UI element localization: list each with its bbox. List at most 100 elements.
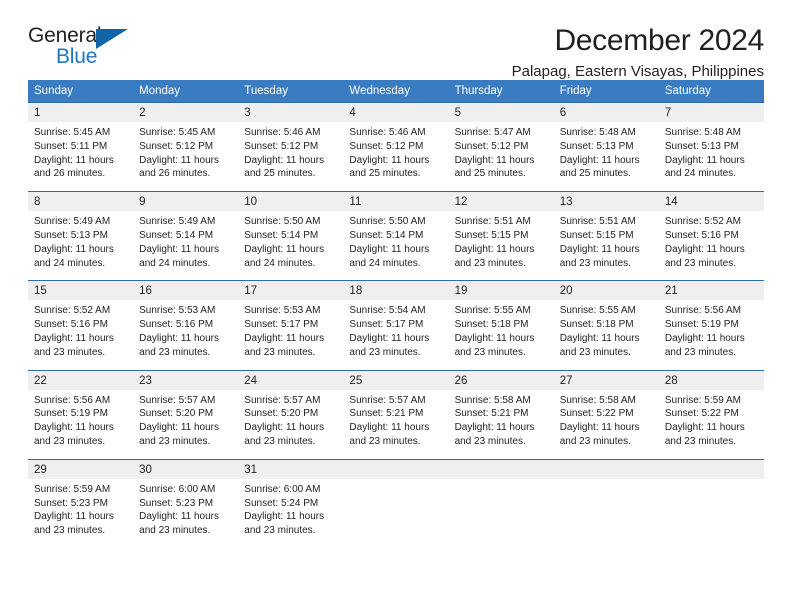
day-details: Sunrise: 5:52 AM Sunset: 5:16 PM Daylight:…: [659, 211, 764, 280]
day-details: Sunrise: 5:45 AM Sunset: 5:12 PM Daylight:…: [133, 122, 238, 191]
day-number: [658, 459, 764, 479]
sunrise-text: Sunrise: 5:46 AM: [349, 127, 426, 138]
calendar-day-cell[interactable]: 7 Sunrise: 5:48 AM Sunset: 5:13 PM Daylight…: [658, 101, 764, 192]
sunset-text: Sunset: 5:23 PM: [139, 497, 214, 509]
calendar-day-cell[interactable]: 9 Sunrise: 5:49 AM Sunset: 5:14 PM Daylight…: [133, 191, 239, 281]
sunset-text: Sunset: 5:19 PM: [34, 408, 108, 420]
sunrise-text: Sunrise: 5:53 AM: [244, 305, 321, 317]
daylight-text: Daylight: 11 hours and 24 minutes.: [139, 243, 219, 269]
calendar-day-cell[interactable]: 30 Sunrise: 6:00 AM Sunset: 5:23 PM Dayligh…: [133, 458, 239, 548]
calendar-day-cell[interactable]: 4 Sunrise: 5:46 AM Sunset: 5:12 PM Daylight…: [343, 101, 449, 192]
calendar-day-cell[interactable]: 19 Sunrise: 5:55 AM Sunset: 5:18 PM Dayligh…: [448, 280, 554, 371]
calendar-day-cell[interactable]: 24 Sunrise: 5:57 AM Sunset: 5:20 PM Dayligh…: [238, 369, 344, 460]
sunset-text: Sunset: 5:23 PM: [34, 497, 108, 509]
daylight-text: Daylight: 11 hours and 23 minutes.: [244, 422, 325, 447]
daylight-text: Daylight: 11 hours and 23 minutes.: [349, 422, 430, 447]
calendar-day-cell[interactable]: 26 Sunrise: 5:58 AM Sunset: 5:21 PM Dayligh…: [448, 369, 554, 460]
day-number: 31: [238, 459, 344, 479]
sunset-text: Sunset: 5:20 PM: [244, 408, 319, 420]
day-number: 28: [658, 370, 764, 390]
day-details: Sunrise: 5:59 AM Sunset: 5:22 PM Daylight:…: [659, 390, 764, 459]
day-details: Sunrise: 5:57 AM Sunset: 5:21 PM Daylight:…: [343, 390, 448, 459]
calendar-day-cell[interactable]: 14 Sunrise: 5:52 AM Sunset: 5:16 PM Dayligh…: [658, 191, 764, 281]
page-masthead: General Blue December 2024 Palapag, East…: [28, 0, 764, 80]
calendar-day-cell[interactable]: 1 Sunrise: 5:45 AM Sunset: 5:11 PM Daylight…: [28, 101, 134, 192]
sunset-text: Sunset: 5:11 PM: [34, 140, 108, 152]
day-number: 23: [133, 370, 239, 390]
sunrise-text: Sunrise: 5:45 AM: [139, 127, 216, 138]
day-number: 1: [28, 103, 134, 122]
daylight-text: Daylight: 11 hours and 23 minutes.: [244, 332, 325, 358]
calendar-day-cell[interactable]: 28 Sunrise: 5:59 AM Sunset: 5:22 PM Dayligh…: [658, 369, 764, 460]
daylight-text: Daylight: 11 hours and 24 minutes.: [244, 243, 325, 269]
day-number: 6: [553, 103, 659, 122]
weekday-header-monday: Monday: [133, 80, 239, 103]
calendar-day-cell[interactable]: 27 Sunrise: 5:58 AM Sunset: 5:22 PM Dayligh…: [553, 369, 659, 460]
day-number: 11: [343, 192, 449, 212]
day-details: Sunrise: 5:58 AM Sunset: 5:22 PM Daylight:…: [554, 390, 659, 459]
calendar-week-row: 29 Sunrise: 5:59 AM Sunset: 5:23 PM Dayligh…: [28, 458, 764, 548]
day-number: 20: [553, 281, 659, 301]
sunrise-text: Sunrise: 6:00 AM: [139, 483, 216, 495]
day-number: 19: [448, 281, 554, 301]
calendar-day-cell[interactable]: 18 Sunrise: 5:54 AM Sunset: 5:17 PM Dayligh…: [343, 280, 449, 371]
calendar-day-cell[interactable]: 13 Sunrise: 5:51 AM Sunset: 5:15 PM Dayligh…: [553, 191, 659, 281]
day-details: Sunrise: 5:51 AM Sunset: 5:15 PM Daylight:…: [554, 211, 659, 280]
day-details: Sunrise: 5:50 AM Sunset: 5:14 PM Daylight:…: [343, 211, 448, 280]
day-number: [553, 459, 659, 479]
calendar-day-cell[interactable]: 16 Sunrise: 5:53 AM Sunset: 5:16 PM Dayligh…: [133, 280, 239, 371]
day-number: 25: [343, 370, 449, 390]
sunset-text: Sunset: 5:14 PM: [244, 229, 319, 241]
calendar-day-cell[interactable]: 25 Sunrise: 5:57 AM Sunset: 5:21 PM Dayligh…: [343, 369, 449, 460]
calendar-header-row: Sunday Monday Tuesday Wednesday Thursday…: [28, 80, 764, 103]
calendar-day-cell[interactable]: 2 Sunrise: 5:45 AM Sunset: 5:12 PM Daylight…: [133, 101, 239, 192]
calendar-day-cell[interactable]: 21 Sunrise: 5:56 AM Sunset: 5:19 PM Dayligh…: [658, 280, 764, 371]
calendar-day-cell[interactable]: 6 Sunrise: 5:48 AM Sunset: 5:13 PM Daylight…: [553, 101, 659, 192]
brand-logo: General Blue: [28, 24, 148, 72]
calendar-day-cell[interactable]: 17 Sunrise: 5:53 AM Sunset: 5:17 PM Dayligh…: [238, 280, 344, 371]
calendar-day-cell[interactable]: 12 Sunrise: 5:51 AM Sunset: 5:15 PM Dayligh…: [448, 191, 554, 281]
daylight-text: Daylight: 11 hours and 23 minutes.: [664, 422, 745, 447]
day-details: Sunrise: 5:48 AM Sunset: 5:13 PM Daylight:…: [554, 122, 659, 191]
calendar-day-cell[interactable]: 8 Sunrise: 5:49 AM Sunset: 5:13 PM Daylight…: [28, 191, 134, 281]
sunset-text: Sunset: 5:22 PM: [664, 408, 739, 420]
page-subtitle: Palapag, Eastern Visayas, Philippines: [511, 63, 764, 80]
sunset-text: Sunset: 5:13 PM: [34, 229, 108, 241]
calendar-day-cell-empty: [448, 458, 554, 548]
calendar-day-cell[interactable]: 3 Sunrise: 5:46 AM Sunset: 5:12 PM Daylight…: [238, 101, 344, 192]
calendar-page: General Blue December 2024 Palapag, East…: [0, 0, 792, 612]
calendar-body: 1 Sunrise: 5:45 AM Sunset: 5:11 PM Daylight…: [28, 101, 764, 548]
brand-name-blue: Blue: [56, 45, 98, 68]
calendar-week-row: 15 Sunrise: 5:52 AM Sunset: 5:16 PM Dayligh…: [28, 280, 764, 371]
calendar-day-cell[interactable]: 10 Sunrise: 5:50 AM Sunset: 5:14 PM Dayligh…: [238, 191, 344, 281]
calendar-day-cell[interactable]: 11 Sunrise: 5:50 AM Sunset: 5:14 PM Dayligh…: [343, 191, 449, 281]
calendar-day-cell[interactable]: 22 Sunrise: 5:56 AM Sunset: 5:19 PM Dayligh…: [28, 369, 134, 460]
calendar-day-cell[interactable]: 15 Sunrise: 5:52 AM Sunset: 5:16 PM Dayligh…: [28, 280, 134, 371]
daylight-text: Daylight: 11 hours and 24 minutes.: [349, 243, 430, 269]
day-number: 21: [658, 281, 764, 301]
day-number: 3: [238, 103, 344, 122]
daylight-text: Daylight: 11 hours and 25 minutes.: [559, 154, 640, 180]
sunrise-text: Sunrise: 5:57 AM: [139, 394, 216, 406]
sunset-text: Sunset: 5:16 PM: [664, 229, 739, 241]
sunrise-text: Sunrise: 5:52 AM: [664, 216, 741, 228]
day-number: 5: [448, 103, 554, 122]
calendar-day-cell[interactable]: 29 Sunrise: 5:59 AM Sunset: 5:23 PM Dayligh…: [28, 458, 134, 548]
day-details: Sunrise: 5:54 AM Sunset: 5:17 PM Daylight:…: [343, 300, 448, 369]
daylight-text: Daylight: 11 hours and 23 minutes.: [34, 511, 114, 537]
daylight-text: Daylight: 11 hours and 23 minutes.: [454, 243, 535, 269]
sunset-text: Sunset: 5:12 PM: [349, 140, 424, 152]
calendar-day-cell[interactable]: 31 Sunrise: 6:00 AM Sunset: 5:24 PM Dayligh…: [238, 458, 344, 548]
day-number: 22: [28, 370, 134, 390]
sunrise-text: Sunrise: 5:57 AM: [244, 394, 321, 406]
calendar-day-cell-empty: [343, 458, 449, 548]
daylight-text: Daylight: 11 hours and 23 minutes.: [559, 332, 640, 358]
calendar-day-cell[interactable]: 23 Sunrise: 5:57 AM Sunset: 5:20 PM Dayligh…: [133, 369, 239, 460]
daylight-text: Daylight: 11 hours and 23 minutes.: [664, 332, 745, 358]
day-details: Sunrise: 5:46 AM Sunset: 5:12 PM Daylight:…: [343, 122, 448, 191]
calendar-day-cell-empty: [553, 458, 659, 548]
day-number: 12: [448, 192, 554, 212]
calendar-day-cell[interactable]: 20 Sunrise: 5:55 AM Sunset: 5:18 PM Dayligh…: [553, 280, 659, 371]
day-number: 13: [553, 192, 659, 212]
calendar-day-cell[interactable]: 5 Sunrise: 5:47 AM Sunset: 5:12 PM Daylight…: [448, 101, 554, 192]
